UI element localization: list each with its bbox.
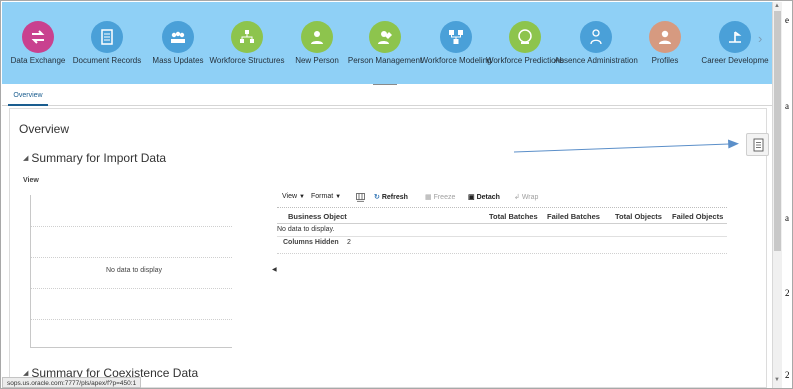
annotation-arrow — [513, 139, 739, 153]
side-panel-toggle-button[interactable] — [746, 133, 769, 156]
annotation-arrow-line — [513, 143, 730, 153]
document-icon — [753, 138, 764, 152]
status-url-bar: sops.us.oracle.com:7777/pls/apex/f?p=450… — [2, 377, 142, 388]
app-window: Data Exchange Document Records Mass Update… — [0, 0, 793, 389]
annotation-arrow-head — [728, 139, 739, 149]
collapse-triangle-icon[interactable]: ◢ — [23, 370, 28, 377]
